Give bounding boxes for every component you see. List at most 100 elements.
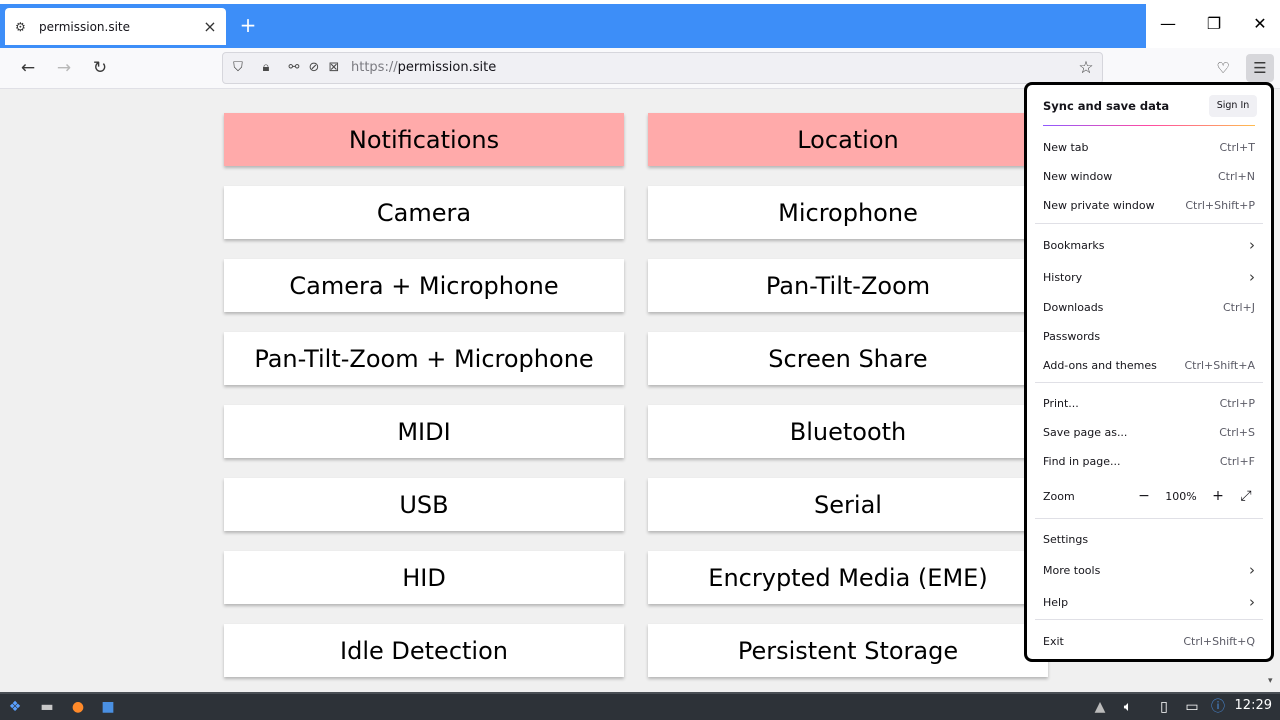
menu-item-exit[interactable]: Exit Ctrl+Shift+Q [1043, 630, 1255, 652]
zoom-controls: − 100% + ⤢ [1135, 488, 1255, 504]
permission-button-hid[interactable]: HID [224, 551, 624, 604]
menu-item-history[interactable]: History › [1043, 266, 1255, 288]
permission-button-camera-microphone[interactable]: Camera + Microphone [224, 259, 624, 312]
menu-label: More tools [1043, 563, 1101, 577]
blocked-notification-icon[interactable]: ⊠ [325, 59, 343, 77]
menu-label: Zoom [1043, 489, 1075, 503]
chevron-right-icon: › [1249, 593, 1255, 611]
menu-shortcut: Ctrl+T [1219, 140, 1255, 154]
sign-in-button[interactable]: Sign In [1209, 95, 1257, 117]
site-favicon-icon: ⚙ [15, 19, 26, 34]
menu-separator [1035, 382, 1263, 383]
menu-item-addons[interactable]: Add-ons and themes Ctrl+Shift+A [1043, 354, 1255, 376]
clock: 12:29 [1234, 698, 1272, 713]
lock-icon[interactable]: 🔒︎ [257, 59, 275, 77]
zoom-out-button[interactable]: − [1135, 488, 1153, 504]
menu-item-new-tab[interactable]: New tab Ctrl+T [1043, 136, 1255, 158]
volume-icon[interactable]: 🔈︎ [1118, 697, 1138, 717]
menu-shortcut: Ctrl+S [1219, 425, 1255, 439]
menu-separator [1035, 518, 1263, 519]
menu-label: Exit [1043, 634, 1064, 648]
tab-title: permission.site [39, 19, 131, 34]
menu-label: Settings [1043, 532, 1089, 546]
taskbar: ❖ ▬ ● ■ ▲ 🔈︎ ▯ ▭ ⓘ 12:29 [0, 692, 1280, 720]
permission-button-usb[interactable]: USB [224, 478, 624, 531]
url-bar[interactable]: ⛉ 🔒︎ ⚯ ⊘ ⊠ https://permission.site ☆ [222, 52, 1103, 84]
tray-icon[interactable]: ▲ [1090, 697, 1110, 717]
url-text[interactable]: https://permission.site [351, 60, 496, 75]
permission-button-idle-detection[interactable]: Idle Detection [224, 624, 624, 677]
menu-label: New tab [1043, 140, 1089, 154]
permissions-icon[interactable]: ⚯ [285, 59, 303, 77]
firefox-icon[interactable]: ● [68, 697, 88, 717]
menu-item-bookmarks[interactable]: Bookmarks › [1043, 234, 1255, 256]
zoom-level[interactable]: 100% [1163, 490, 1199, 503]
network-icon[interactable]: ▭ [1182, 697, 1202, 717]
notes-icon[interactable]: ▯ [1154, 697, 1174, 717]
permission-button-bluetooth[interactable]: Bluetooth [648, 405, 1048, 458]
restore-window-icon[interactable]: ❐ [1202, 12, 1226, 36]
permission-button-screen-share[interactable]: Screen Share [648, 332, 1048, 385]
minimize-window-icon[interactable]: — [1156, 12, 1180, 36]
permission-button-encrypted-media-eme[interactable]: Encrypted Media (EME) [648, 551, 1048, 604]
blocked-location-icon[interactable]: ⊘ [305, 59, 323, 77]
pocket-icon[interactable]: ♡ [1211, 56, 1235, 80]
hamburger-menu-icon[interactable]: ☰ [1248, 56, 1272, 80]
bookmark-star-icon[interactable]: ☆ [1076, 58, 1096, 78]
menu-item-new-window[interactable]: New window Ctrl+N [1043, 165, 1255, 187]
permission-button-location[interactable]: Location [648, 113, 1048, 166]
menu-item-settings[interactable]: Settings [1043, 528, 1255, 550]
close-tab-icon[interactable]: × [202, 18, 218, 35]
tab-permission-site[interactable]: ⚙ permission.site × [5, 8, 226, 45]
menu-item-more-tools[interactable]: More tools › [1043, 559, 1255, 581]
menu-label: Print... [1043, 396, 1079, 410]
back-arrow-icon[interactable]: ← [16, 56, 40, 80]
app-menu-panel: Sync and save data Sign In New tab Ctrl+… [1024, 82, 1274, 662]
permission-button-microphone[interactable]: Microphone [648, 186, 1048, 239]
permission-button-persistent-storage[interactable]: Persistent Storage [648, 624, 1048, 677]
menu-separator [1035, 619, 1263, 620]
permission-button-camera[interactable]: Camera [224, 186, 624, 239]
menu-item-passwords[interactable]: Passwords [1043, 325, 1255, 347]
menu-label: New private window [1043, 198, 1155, 212]
menu-shortcut: Ctrl+F [1219, 454, 1255, 468]
menu-label: Bookmarks [1043, 238, 1105, 252]
menu-label: Find in page... [1043, 454, 1121, 468]
desktop-icon[interactable]: ■ [98, 697, 118, 717]
menu-item-save-page[interactable]: Save page as... Ctrl+S [1043, 421, 1255, 443]
url-host: permission.site [397, 60, 497, 75]
start-menu-icon[interactable]: ❖ [5, 697, 25, 717]
reload-icon[interactable]: ↻ [88, 56, 112, 80]
menu-label: Add-ons and themes [1043, 358, 1157, 372]
permission-button-notifications[interactable]: Notifications [224, 113, 624, 166]
permission-button-pan-tilt-zoom-microphone[interactable]: Pan-Tilt-Zoom + Microphone [224, 332, 624, 385]
menu-shortcut: Ctrl+N [1217, 169, 1255, 183]
sync-divider [1043, 125, 1255, 126]
menu-item-find-in-page[interactable]: Find in page... Ctrl+F [1043, 450, 1255, 472]
new-tab-button[interactable]: + [238, 15, 258, 35]
forward-arrow-icon[interactable]: → [52, 56, 76, 80]
menu-label: Downloads [1043, 300, 1104, 314]
file-manager-icon[interactable]: ▬ [37, 697, 57, 717]
close-window-icon[interactable]: ✕ [1248, 12, 1272, 36]
menu-label: Help [1043, 595, 1069, 609]
fullscreen-icon[interactable]: ⤢ [1237, 488, 1255, 504]
permission-button-pan-tilt-zoom[interactable]: Pan-Tilt-Zoom [648, 259, 1048, 312]
scroll-down-arrow-icon[interactable]: ▾ [1268, 676, 1273, 686]
menu-shortcut: Ctrl+Shift+P [1185, 198, 1255, 212]
chevron-right-icon: › [1249, 236, 1255, 254]
menu-item-print[interactable]: Print... Ctrl+P [1043, 392, 1255, 414]
menu-label: Passwords [1043, 329, 1101, 343]
tracking-shield-icon[interactable]: ⛉ [229, 59, 247, 77]
permission-button-serial[interactable]: Serial [648, 478, 1048, 531]
menu-item-help[interactable]: Help › [1043, 591, 1255, 613]
menu-item-new-private-window[interactable]: New private window Ctrl+Shift+P [1043, 194, 1255, 216]
zoom-in-button[interactable]: + [1209, 488, 1227, 504]
update-notification-icon[interactable]: ⓘ [1208, 697, 1228, 717]
menu-label: New window [1043, 169, 1113, 183]
url-scheme: https:// [351, 60, 398, 75]
permission-button-midi[interactable]: MIDI [224, 405, 624, 458]
menu-label: Save page as... [1043, 425, 1128, 439]
menu-shortcut: Ctrl+Shift+Q [1183, 634, 1255, 648]
menu-item-downloads[interactable]: Downloads Ctrl+J [1043, 296, 1255, 318]
